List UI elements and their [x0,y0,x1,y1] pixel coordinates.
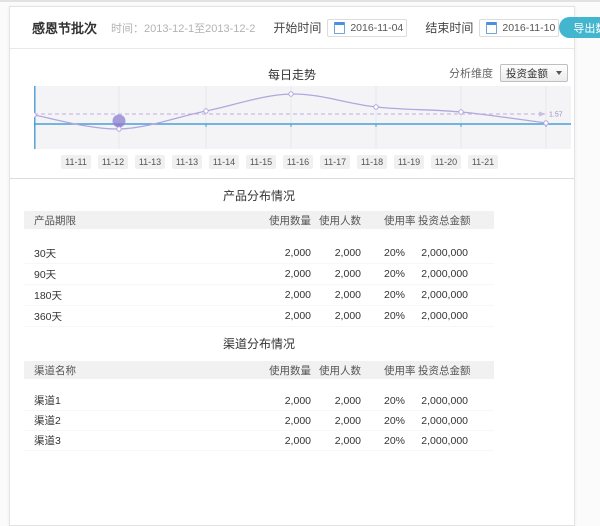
table-cell: 2,000 [311,310,361,322]
table-cell: 2,000,000 [418,310,494,322]
table-cell: 2,000 [221,435,311,447]
table-cell: 90天 [24,267,221,282]
table-cell: 2,000 [311,415,361,427]
table-cell: 360天 [24,309,221,324]
table-header-row: 渠道名称使用数量使用人数使用率投资总金额 [24,361,494,379]
date-chip[interactable]: 11-21 [468,155,498,169]
date-buttons-row: 11-11 11-12 11-13 11-13 11-14 11-15 11-16 11-17… [61,155,498,169]
date-chip[interactable]: 11-11 [61,155,91,169]
date-chip[interactable]: 11-16 [283,155,313,169]
column-header: 渠道名称 [24,363,221,378]
chevron-down-icon [556,71,562,75]
table-cell: 2,000 [221,247,311,259]
column-header: 使用人数 [311,363,361,378]
calendar-icon [334,22,345,34]
table-cell: 180天 [24,288,221,303]
trend-line-chart: 1.57 [34,86,571,149]
report-card: 感恩节批次 时间：2013-12-1至2013-12-2 开始时间 2016-1… [9,6,575,526]
table-row: 渠道12,0002,00020%2,000,000 [24,391,494,411]
table-cell: 20% [361,247,418,259]
table-cell: 20% [361,435,418,447]
table-gap [24,229,494,243]
dimension-select[interactable]: 投资金额 [500,64,568,82]
table-cell: 20% [361,415,418,427]
dimension-control: 分析维度 投资金额 [449,64,568,82]
column-header: 投资总金额 [418,213,494,228]
table-cell: 渠道3 [24,433,221,448]
date-chip[interactable]: 11-12 [98,155,128,169]
table-cell: 20% [361,395,418,407]
table-cell: 2,000 [311,289,361,301]
table-cell: 2,000 [311,247,361,259]
dimension-label: 分析维度 [449,65,493,81]
column-header: 使用数量 [221,363,311,378]
table-cell: 2,000 [311,435,361,447]
date-chip[interactable]: 11-20 [431,155,461,169]
table-cell: 30天 [24,246,221,261]
date-chip[interactable]: 11-13 [172,155,202,169]
product-table: 产品期限使用数量使用人数使用率投资总金额30天2,0002,00020%2,00… [24,211,494,327]
end-date-input[interactable]: 2016-11-10 [479,19,559,37]
date-chip[interactable]: 11-18 [357,155,387,169]
calendar-icon [486,22,497,34]
table-cell: 2,000,000 [418,247,494,259]
report-header: 感恩节批次 时间：2013-12-1至2013-12-2 开始时间 2016-1… [10,7,574,49]
table-cell: 2,000 [311,268,361,280]
column-header: 使用数量 [221,213,311,228]
table-row: 360天2,0002,00020%2,000,000 [24,306,494,327]
svg-text:1.57: 1.57 [549,112,563,119]
date-chip[interactable]: 11-19 [394,155,424,169]
table-cell: 2,000,000 [418,268,494,280]
trend-plot: 1.57 [34,86,571,149]
table-row: 渠道32,0002,00020%2,000,000 [24,431,494,451]
start-date-value: 2016-11-04 [350,22,403,34]
table-cell: 渠道1 [24,393,221,408]
batch-time-range: 时间：2013-12-1至2013-12-2 [111,20,255,36]
table-row: 180天2,0002,00020%2,000,000 [24,285,494,306]
page-title: 感恩节批次 [32,18,97,37]
dimension-selected-value: 投资金额 [506,66,548,81]
column-header: 使用人数 [311,213,361,228]
table-gap [24,379,494,391]
table-cell: 2,000,000 [418,415,494,427]
start-date-label: 开始时间 [273,19,321,36]
table-cell: 2,000,000 [418,289,494,301]
column-header: 产品期限 [24,213,221,228]
table-cell: 渠道2 [24,413,221,428]
window-top-edge [0,0,600,2]
end-date-value: 2016-11-10 [502,22,555,34]
table-cell: 2,000 [221,310,311,322]
column-header: 投资总金额 [418,363,494,378]
table-row: 30天2,0002,00020%2,000,000 [24,243,494,264]
column-header: 使用率 [361,213,418,228]
channel-table: 渠道名称使用数量使用人数使用率投资总金额渠道12,0002,00020%2,00… [24,361,494,451]
table-cell: 20% [361,289,418,301]
table-header-row: 产品期限使用数量使用人数使用率投资总金额 [24,211,494,229]
table-cell: 20% [361,268,418,280]
table-cell: 20% [361,310,418,322]
table-row: 90天2,0002,00020%2,000,000 [24,264,494,285]
table-cell: 2,000 [221,395,311,407]
channel-table-title: 渠道分布情况 [24,337,494,351]
date-chip[interactable]: 11-13 [135,155,165,169]
table-row: 渠道22,0002,00020%2,000,000 [24,411,494,431]
date-chip[interactable]: 11-14 [209,155,239,169]
table-cell: 2,000,000 [418,435,494,447]
column-header: 使用率 [361,363,418,378]
table-cell: 2,000 [221,415,311,427]
start-date-input[interactable]: 2016-11-04 [327,19,407,37]
table-cell: 2,000 [221,268,311,280]
product-table-title: 产品分布情况 [24,189,494,203]
trend-section: 每日走势 分析维度 投资金额 1.57 11-1111-1211-1311-13… [10,49,574,179]
date-chip[interactable]: 11-15 [246,155,276,169]
table-cell: 2,000 [311,395,361,407]
end-date-label: 结束时间 [425,19,473,36]
table-cell: 2,000,000 [418,395,494,407]
date-chip[interactable]: 11-17 [320,155,350,169]
export-data-button[interactable]: 导出数据 [559,17,600,38]
table-cell: 2,000 [221,289,311,301]
